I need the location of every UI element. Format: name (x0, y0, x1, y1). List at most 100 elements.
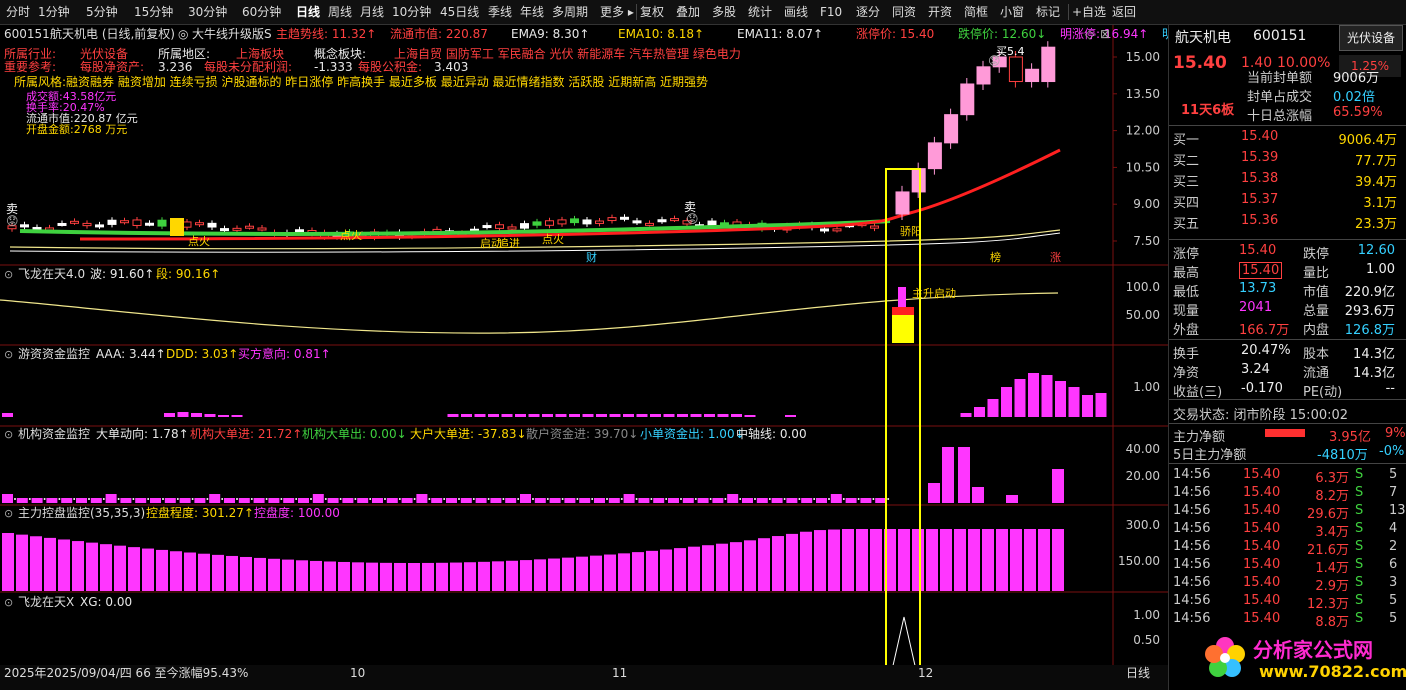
tick-count: 5 (1389, 593, 1398, 608)
kongpan-bar (1010, 529, 1022, 591)
jigou-bar (490, 498, 502, 503)
youzi-bar (987, 399, 999, 417)
feilong-bar (892, 307, 914, 315)
jigou-bar (816, 498, 827, 503)
toolbar-item-27[interactable]: +自选 (1072, 0, 1106, 24)
youzi-bar (191, 413, 202, 417)
seal-ratio: 0.02倍 (1333, 90, 1375, 105)
price-tick: 12.00 (1126, 124, 1160, 138)
jigou-dot (28, 498, 31, 500)
jigou-dot (783, 498, 786, 500)
jigou-bar (209, 494, 221, 503)
jigou-bar (697, 498, 709, 503)
kongpan-bar (632, 552, 644, 591)
sector-button[interactable]: 光伏设备 (1339, 25, 1403, 51)
jigou-bar (1052, 469, 1064, 503)
jigou-dot (369, 498, 372, 500)
tick-price: 15.40 (1243, 593, 1281, 608)
candle-body (927, 142, 942, 170)
kongpan-bar (534, 559, 546, 591)
xg-spike (891, 616, 917, 671)
youzi-bar (650, 414, 661, 417)
toolbar-item-14[interactable]: 更多 ▸ (600, 0, 634, 24)
region: 上海板块 (236, 46, 284, 61)
kongpan-bar (954, 529, 966, 591)
toolbar-item-4[interactable]: 30分钟 (188, 0, 227, 24)
divider (1169, 399, 1406, 400)
kongpan-bar (380, 562, 392, 591)
jigou-dot (132, 498, 135, 500)
hist-candle (595, 220, 604, 224)
toolbar-item-20[interactable]: F10 (820, 0, 842, 24)
youzi-bar (663, 414, 675, 417)
toolbar-item-3[interactable]: 15分钟 (134, 0, 173, 24)
jigou-dot (413, 498, 416, 500)
jigou-bar (668, 498, 679, 503)
jigou-bar (638, 498, 650, 503)
youzi-bar (974, 407, 985, 417)
toolbar-item-10[interactable]: 45日线 (440, 0, 479, 24)
toolbar-item-19[interactable]: 画线 (784, 0, 808, 24)
toolbar-item-13[interactable]: 多周期 (552, 0, 588, 24)
toolbar-item-8[interactable]: 月线 (360, 0, 384, 24)
toolbar-item-11[interactable]: 季线 (488, 0, 512, 24)
toolbar-item-9[interactable]: 10分钟 (392, 0, 431, 24)
toolbar-item-6[interactable]: 日线 (296, 0, 320, 24)
kongpan-bar (2, 533, 14, 591)
hist-candle (832, 228, 842, 232)
toolbar-item-25[interactable]: 小窗 (1000, 0, 1024, 24)
jigou-dot (828, 498, 830, 500)
ten-day-gain: 65.59% (1333, 105, 1383, 120)
feilong-tick: 50.00 (1126, 308, 1160, 322)
hist-candle (557, 219, 567, 225)
stat-label: 内盘 (1303, 323, 1330, 338)
hist-candle (570, 218, 579, 224)
toolbar-item-23[interactable]: 开资 (928, 0, 952, 24)
toolbar-item-24[interactable]: 简框 (964, 0, 988, 24)
region-label: 所属地区: (158, 47, 210, 61)
toolbar-item-5[interactable]: 60分钟 (242, 0, 281, 24)
youzi-ddd: DDD: 3.03↑ (166, 347, 238, 361)
undist-label: 每股未分配利润: (204, 59, 292, 74)
hist-candle (507, 226, 517, 230)
divider (1169, 125, 1406, 126)
youzi-bar (461, 414, 472, 417)
hist-candle (145, 222, 154, 226)
tick-time: 14:56 (1173, 593, 1211, 608)
stock-code-label: 600151 (4, 27, 50, 41)
jigou-dot (576, 498, 579, 500)
candle-body (911, 168, 926, 193)
formula-icon: ◎ (178, 27, 188, 41)
jigou-bar (253, 498, 265, 503)
toolbar-item-16[interactable]: 叠加 (676, 0, 700, 24)
toolbar-item-28[interactable]: 返回 (1112, 0, 1136, 24)
hist-candle (220, 228, 229, 232)
toolbar-divider (636, 4, 637, 20)
jigou-bar (2, 494, 13, 503)
toolbar-item-1[interactable]: 1分钟 (38, 0, 70, 24)
kongpan-bar (870, 529, 882, 591)
kongpan-bar (604, 554, 616, 591)
toolbar-item-26[interactable]: 标记 (1036, 0, 1060, 24)
youzi-bar (609, 414, 621, 417)
toolbar-item-12[interactable]: 年线 (520, 0, 544, 24)
feilong-bar (892, 315, 914, 343)
toolbar-divider (1068, 4, 1069, 20)
toolbar-item-18[interactable]: 统计 (748, 0, 772, 24)
toolbar-item-22[interactable]: 同资 (892, 0, 916, 24)
toolbar-item-7[interactable]: 周线 (328, 0, 352, 24)
sad-face-icon: 😟 (6, 214, 19, 228)
toolbar-item-2[interactable]: 5分钟 (86, 0, 118, 24)
jigou-bar (327, 498, 339, 503)
toolbar-item-21[interactable]: 逐分 (856, 0, 880, 24)
toolbar-item-15[interactable]: 复权 (640, 0, 664, 24)
jigou-dot (14, 498, 16, 500)
jigou-dot (191, 498, 194, 500)
youzi-bar (1055, 381, 1066, 417)
jigou-dot (162, 498, 164, 500)
tick-count: 7 (1389, 485, 1398, 500)
kongpan-bar (520, 560, 532, 591)
toolbar-item-0[interactable]: 分时 (6, 0, 30, 24)
kongpan-kp: 控盘度: 100.00 (254, 505, 340, 520)
toolbar-item-17[interactable]: 多股 (712, 0, 736, 24)
